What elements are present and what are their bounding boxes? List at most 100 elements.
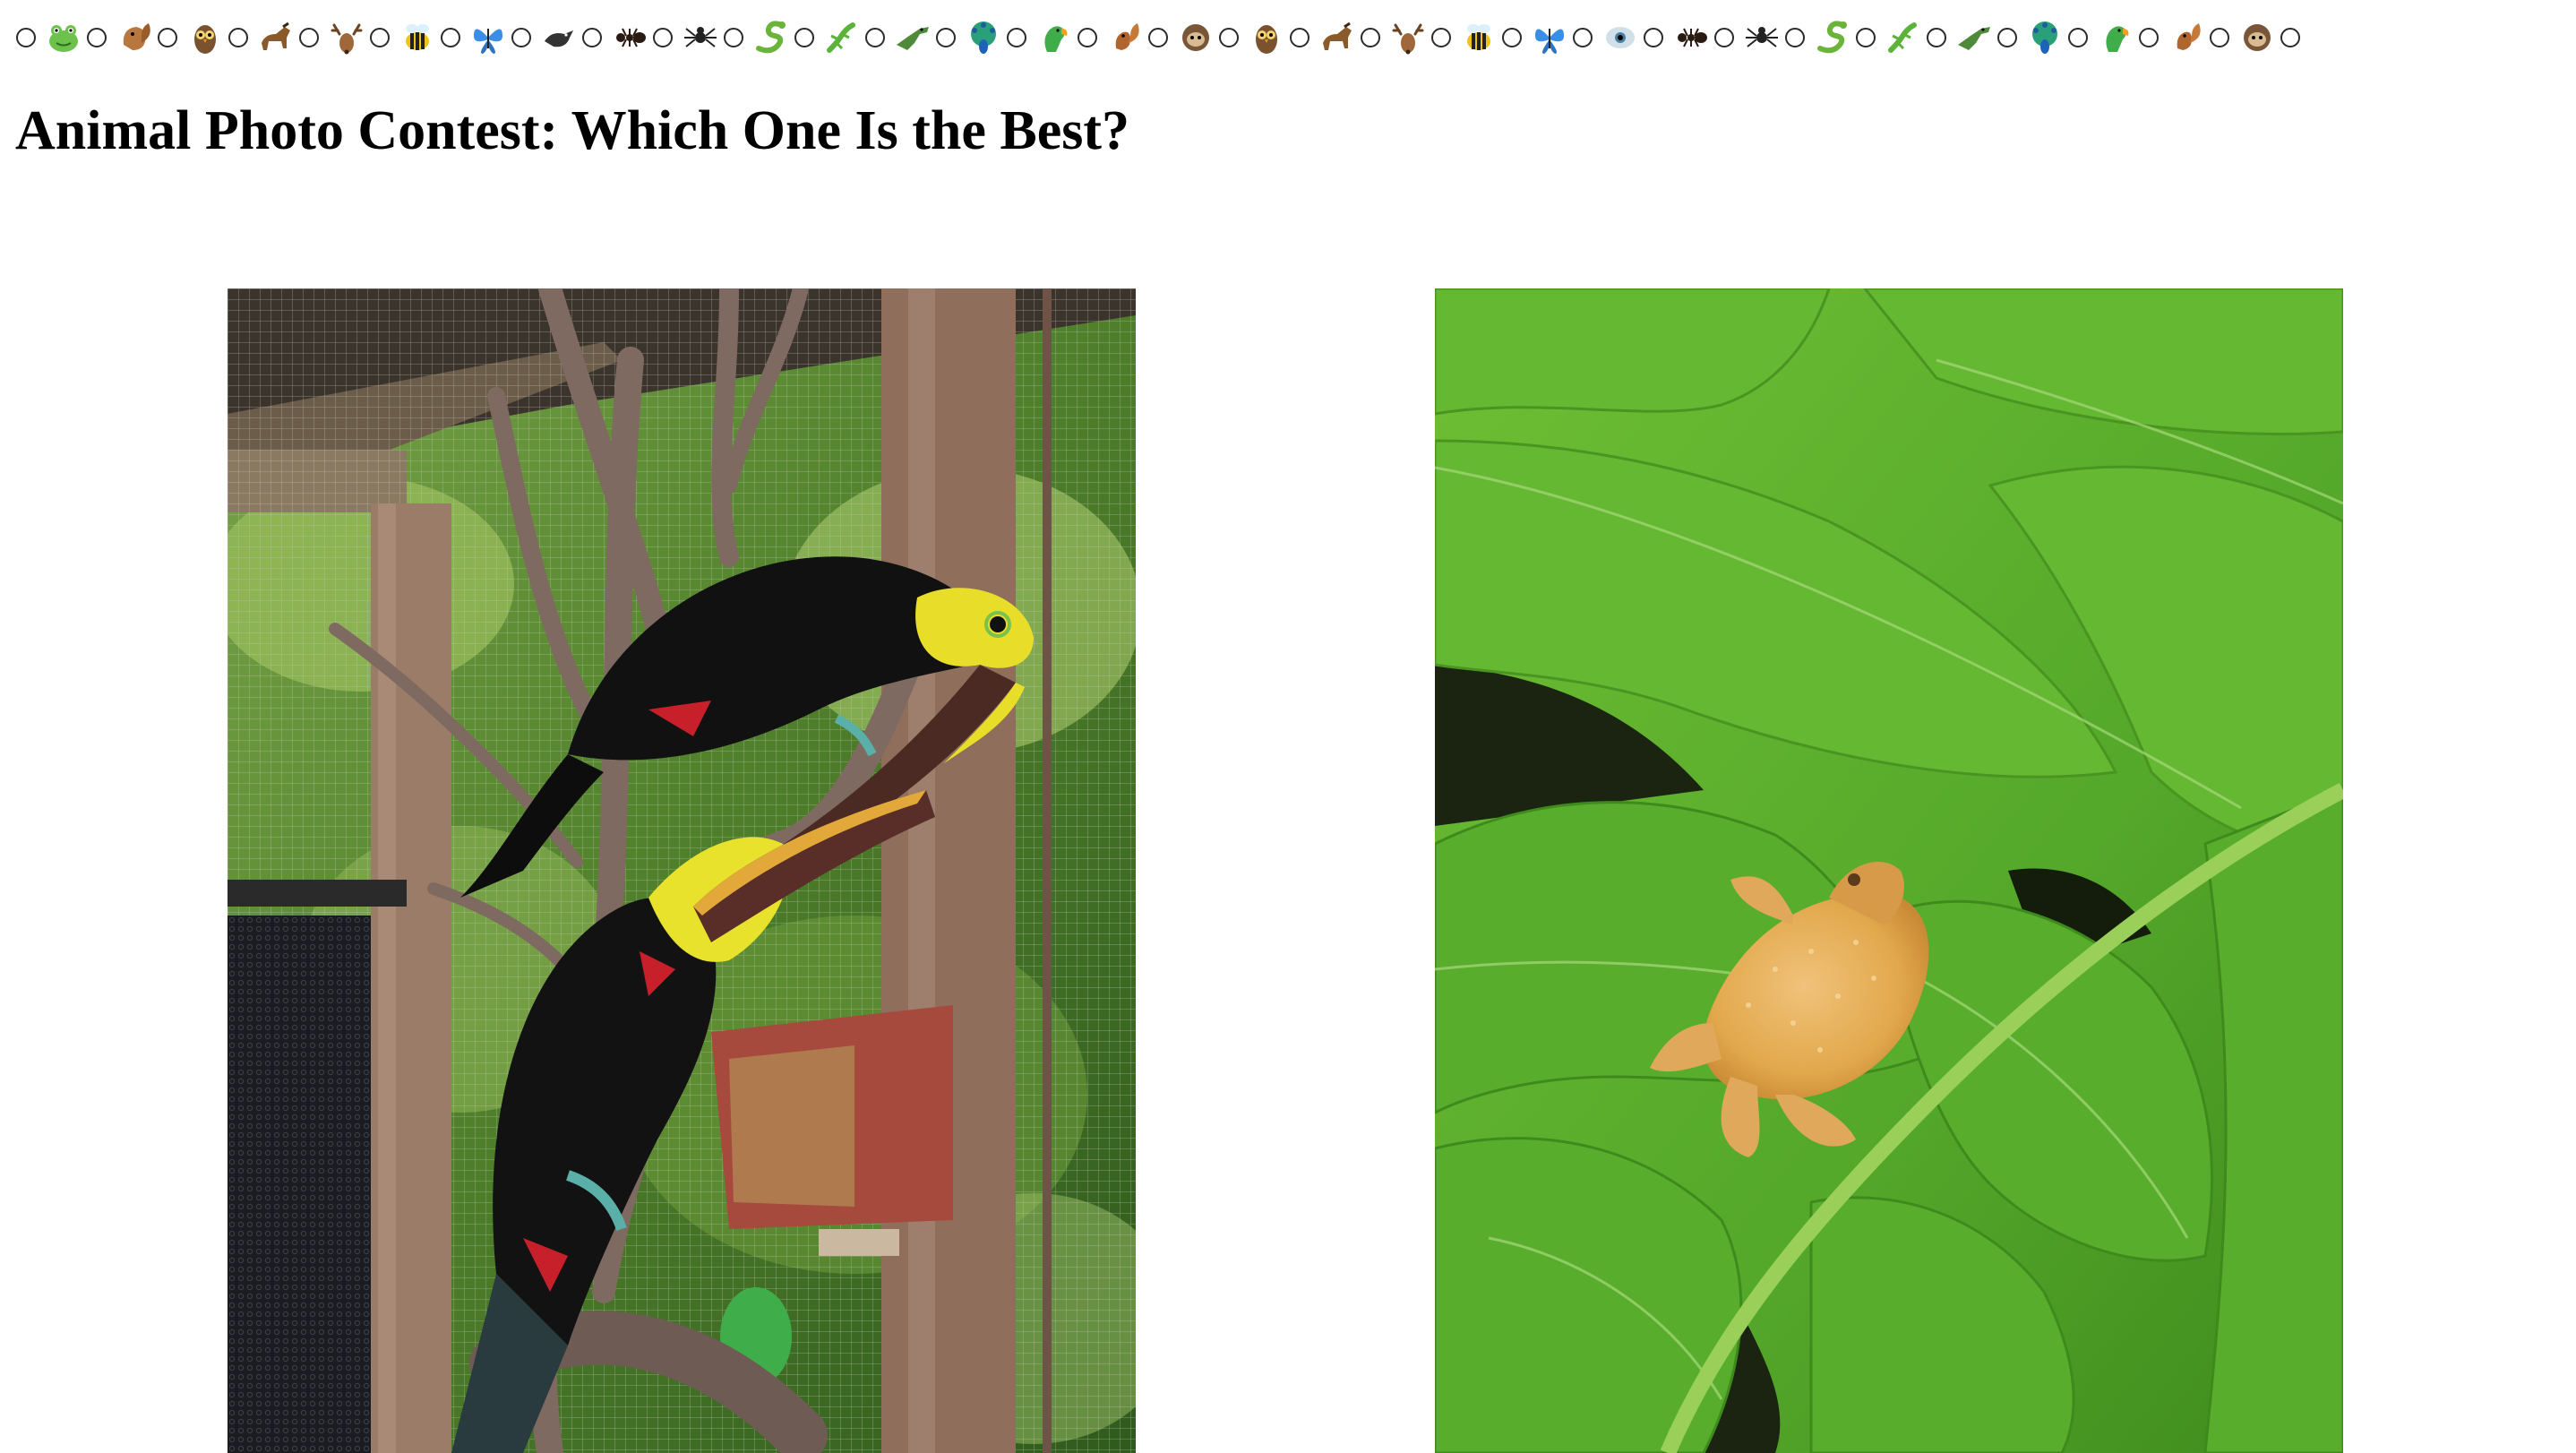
- emoji-option-peacock[interactable]: [932, 18, 1003, 57]
- emoji-option-sloth[interactable]: [1145, 18, 1215, 57]
- radio-button[interactable]: [724, 28, 743, 47]
- radio-button[interactable]: [1927, 28, 1946, 47]
- radio-button[interactable]: [2139, 28, 2159, 47]
- radio-button[interactable]: [936, 28, 956, 47]
- emoji-option-crocodile[interactable]: [1923, 18, 1994, 57]
- emoji-option-eye[interactable]: [1569, 18, 1640, 57]
- spider-icon: [681, 18, 720, 57]
- spider-icon: [1742, 18, 1782, 57]
- ant-icon: [610, 18, 649, 57]
- emoji-option-deer[interactable]: [296, 18, 366, 57]
- emoji-option-bee[interactable]: [366, 18, 437, 57]
- toucan-photo[interactable]: [228, 288, 1136, 1453]
- radio-button[interactable]: [1007, 28, 1026, 47]
- owl-icon: [185, 18, 225, 57]
- radio-button[interactable]: [653, 28, 673, 47]
- emoji-option-squirrel[interactable]: [1074, 18, 1145, 57]
- owl-icon: [1247, 18, 1286, 57]
- horse-icon: [1318, 18, 1357, 57]
- snake-icon: [1813, 18, 1852, 57]
- emoji-option-ant[interactable]: [579, 18, 649, 57]
- emoji-option-frog[interactable]: [13, 18, 83, 57]
- emoji-option-bee[interactable]: [1428, 18, 1498, 57]
- radio-button[interactable]: [1502, 28, 1522, 47]
- lizard-icon: [1884, 18, 1923, 57]
- emoji-option-spider[interactable]: [1711, 18, 1782, 57]
- radio-button[interactable]: [1431, 28, 1451, 47]
- emoji-option-parrot[interactable]: [2065, 18, 2135, 57]
- emoji-option-deer[interactable]: [1357, 18, 1428, 57]
- peacock-icon: [964, 18, 1003, 57]
- radio-button[interactable]: [2210, 28, 2229, 47]
- radio-button[interactable]: [1290, 28, 1309, 47]
- emoji-option-lizard[interactable]: [1852, 18, 1923, 57]
- eye-icon: [1601, 18, 1640, 57]
- emoji-option-owl[interactable]: [1215, 18, 1286, 57]
- snake-icon: [751, 18, 791, 57]
- emoji-option-butterfly[interactable]: [437, 18, 508, 57]
- radio-button[interactable]: [794, 28, 814, 47]
- emoji-option-snake[interactable]: [1782, 18, 1852, 57]
- emoji-option-bird[interactable]: [508, 18, 579, 57]
- radio-button[interactable]: [228, 28, 248, 47]
- emoji-option-parrot[interactable]: [1003, 18, 1074, 57]
- deer-icon: [1388, 18, 1428, 57]
- emoji-option-owl[interactable]: [154, 18, 225, 57]
- bird-icon: [539, 18, 579, 57]
- emoji-option-chipmunk[interactable]: [83, 18, 154, 57]
- radio-button[interactable]: [1714, 28, 1734, 47]
- radio-button[interactable]: [370, 28, 390, 47]
- page-title: Animal Photo Contest: Which One Is the B…: [15, 100, 1130, 161]
- parrot-icon: [1035, 18, 1074, 57]
- radio-button[interactable]: [582, 28, 602, 47]
- radio-button[interactable]: [1148, 28, 1168, 47]
- emoji-option-squirrel[interactable]: [2135, 18, 2206, 57]
- crocodile-icon: [1954, 18, 1994, 57]
- radio-button[interactable]: [1573, 28, 1593, 47]
- ant-icon: [1671, 18, 1711, 57]
- sloth-icon: [2237, 18, 2277, 57]
- radio-button[interactable]: [865, 28, 885, 47]
- radio-button[interactable]: [16, 28, 36, 47]
- emoji-option-ant[interactable]: [1640, 18, 1711, 57]
- parrot-icon: [2096, 18, 2135, 57]
- radio-button[interactable]: [1078, 28, 1097, 47]
- bee-icon: [1459, 18, 1498, 57]
- squirrel-icon: [2167, 18, 2206, 57]
- radio-button[interactable]: [299, 28, 319, 47]
- radio-button[interactable]: [441, 28, 460, 47]
- emoji-option-spider[interactable]: [649, 18, 720, 57]
- crocodile-icon: [893, 18, 932, 57]
- radio-button[interactable]: [1997, 28, 2017, 47]
- lizard-icon: [822, 18, 862, 57]
- radio-button[interactable]: [1644, 28, 1663, 47]
- radio-button[interactable]: [511, 28, 531, 47]
- emoji-option-lizard[interactable]: [791, 18, 862, 57]
- deer-icon: [327, 18, 366, 57]
- sloth-icon: [1176, 18, 1215, 57]
- butterfly-icon: [1530, 18, 1569, 57]
- radio-button[interactable]: [87, 28, 107, 47]
- emoji-option-peacock[interactable]: [1994, 18, 2065, 57]
- emoji-option-sloth[interactable]: [2206, 18, 2277, 57]
- emoji-option-crocodile[interactable]: [862, 18, 932, 57]
- emoji-option-butterfly[interactable]: [1498, 18, 1569, 57]
- radio-button[interactable]: [2280, 28, 2300, 47]
- radio-button[interactable]: [158, 28, 177, 47]
- radio-button[interactable]: [1785, 28, 1805, 47]
- radio-button[interactable]: [1361, 28, 1380, 47]
- butterfly-icon: [468, 18, 508, 57]
- squirrel-icon: [1105, 18, 1145, 57]
- radio-button[interactable]: [1219, 28, 1239, 47]
- frog-photo[interactable]: [1435, 288, 2343, 1453]
- peacock-icon: [2025, 18, 2065, 57]
- chipmunk-icon: [115, 18, 154, 57]
- emoji-option-horse[interactable]: [225, 18, 296, 57]
- horse-icon: [256, 18, 296, 57]
- radio-button[interactable]: [2068, 28, 2088, 47]
- emoji-option-strip: [13, 14, 2556, 61]
- radio-button[interactable]: [1856, 28, 1876, 47]
- emoji-option-snake[interactable]: [720, 18, 791, 57]
- frog-icon: [44, 18, 83, 57]
- emoji-option-horse[interactable]: [1286, 18, 1357, 57]
